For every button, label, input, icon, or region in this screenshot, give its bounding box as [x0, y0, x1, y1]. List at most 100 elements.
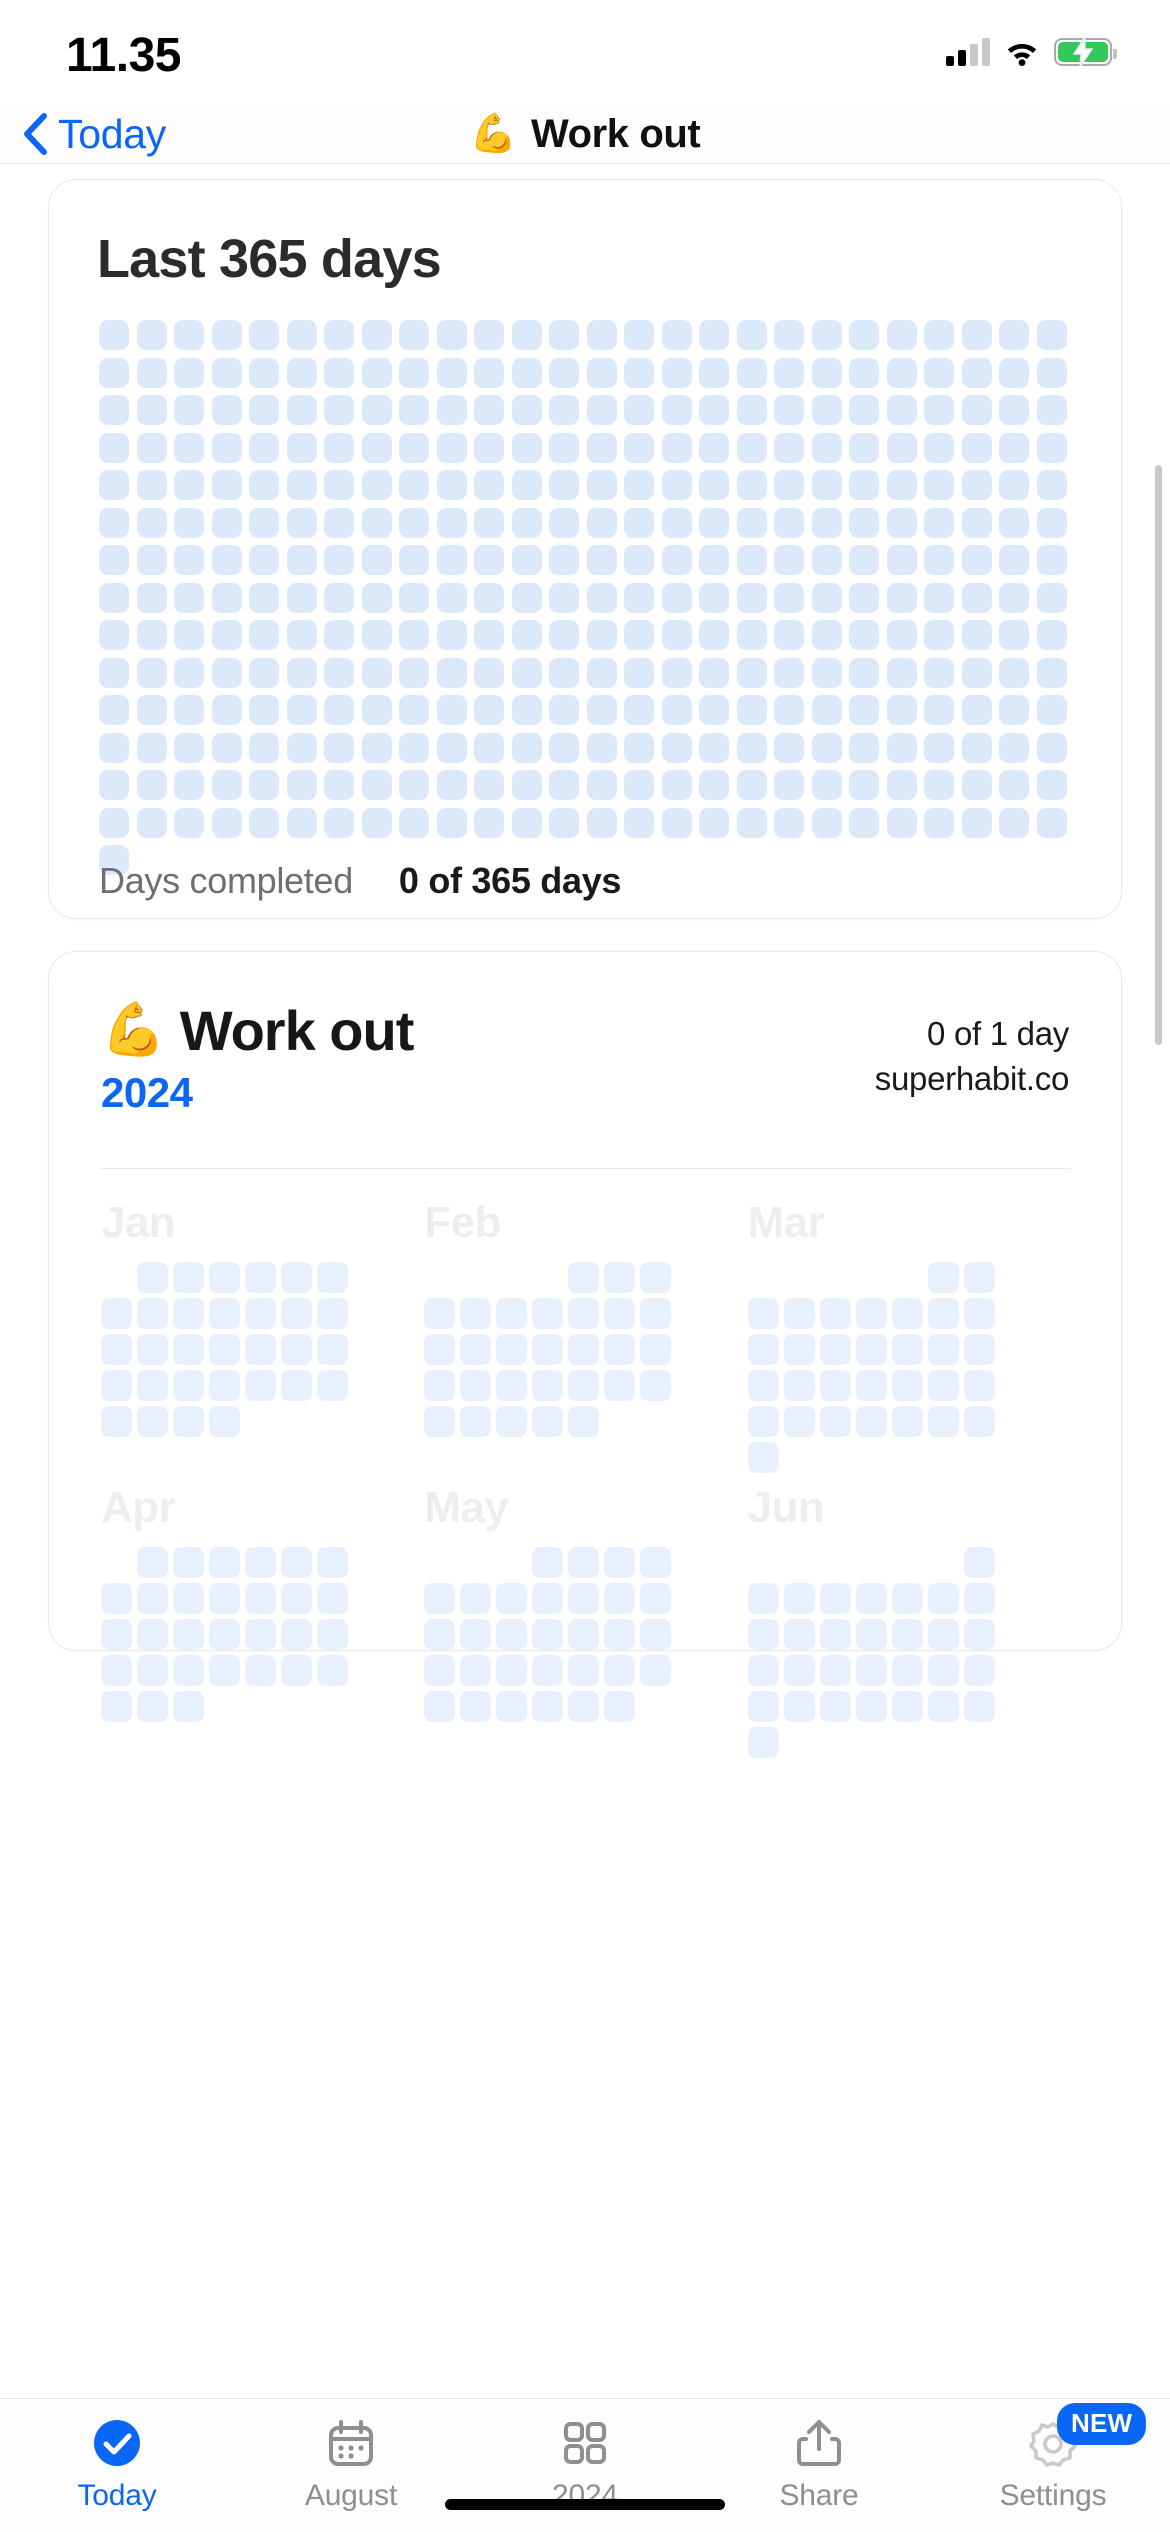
month-day-dot[interactable] [604, 1583, 636, 1614]
day-dot[interactable] [286, 620, 317, 650]
tab-august[interactable]: August [234, 2399, 468, 2532]
day-dot[interactable] [211, 807, 242, 838]
day-dot[interactable] [249, 432, 279, 463]
day-dot[interactable] [624, 432, 654, 463]
month-day-dot[interactable] [604, 1334, 636, 1365]
day-dot[interactable] [99, 357, 129, 388]
day-dot[interactable] [99, 320, 129, 350]
month-day-dot[interactable] [281, 1619, 312, 1650]
day-dot[interactable] [174, 770, 204, 800]
day-dot[interactable] [249, 470, 279, 500]
month-day-dot[interactable] [460, 1583, 492, 1614]
day-dot[interactable] [886, 507, 917, 538]
day-dot[interactable] [174, 620, 204, 650]
day-dot[interactable] [474, 507, 504, 538]
day-dot[interactable] [736, 657, 767, 688]
month-day-dot[interactable] [891, 1583, 923, 1614]
day-dot[interactable] [211, 432, 242, 463]
day-dot[interactable] [324, 732, 354, 763]
day-dot[interactable] [99, 620, 129, 650]
day-dot[interactable] [849, 507, 879, 538]
day-dot[interactable] [924, 732, 954, 763]
day-dot[interactable] [136, 395, 167, 425]
month-day-dot[interactable] [245, 1262, 276, 1293]
month-day-dot[interactable] [891, 1655, 923, 1686]
day-dot[interactable] [774, 320, 804, 350]
day-dot[interactable] [924, 770, 954, 800]
day-dot[interactable] [136, 470, 167, 500]
day-dot[interactable] [361, 770, 392, 800]
day-dot[interactable] [136, 620, 167, 650]
month-day-dot[interactable] [855, 1298, 887, 1329]
month-day-dot[interactable] [855, 1583, 887, 1614]
day-dot[interactable] [624, 807, 654, 838]
day-dot[interactable] [774, 695, 804, 725]
day-dot[interactable] [886, 732, 917, 763]
day-dot[interactable] [211, 657, 242, 688]
day-dot[interactable] [174, 807, 204, 838]
day-dot[interactable] [811, 357, 842, 388]
month-day-dot[interactable] [245, 1334, 276, 1365]
month-day-dot[interactable] [927, 1655, 959, 1686]
day-dot[interactable] [586, 582, 617, 613]
day-dot[interactable] [586, 432, 617, 463]
month-day-dot[interactable] [137, 1406, 168, 1437]
day-dot[interactable] [249, 320, 279, 350]
day-dot[interactable] [324, 432, 354, 463]
day-dot[interactable] [661, 582, 692, 613]
month-day-dot[interactable] [317, 1334, 348, 1365]
day-dot[interactable] [961, 545, 992, 575]
day-dot[interactable] [399, 432, 429, 463]
month-day-dot[interactable] [460, 1619, 492, 1650]
day-dot[interactable] [361, 357, 392, 388]
day-dot[interactable] [924, 695, 954, 725]
day-dot[interactable] [511, 695, 542, 725]
month-day-dot[interactable] [747, 1442, 779, 1473]
day-dot[interactable] [886, 432, 917, 463]
day-dot[interactable] [511, 470, 542, 500]
day-dot[interactable] [136, 507, 167, 538]
day-dot[interactable] [549, 732, 579, 763]
month-day-dot[interactable] [460, 1691, 492, 1722]
day-dot[interactable] [174, 545, 204, 575]
tab-settings[interactable]: NEW Settings [936, 2399, 1170, 2532]
day-dot[interactable] [999, 507, 1029, 538]
day-dot[interactable] [699, 320, 729, 350]
day-dot[interactable] [136, 357, 167, 388]
month-day-dot[interactable] [963, 1619, 995, 1650]
day-dot[interactable] [436, 807, 467, 838]
month-day-dot[interactable] [317, 1619, 348, 1650]
day-dot[interactable] [586, 320, 617, 350]
day-dot[interactable] [436, 357, 467, 388]
month-day-dot[interactable] [604, 1370, 636, 1401]
month-day-dot[interactable] [281, 1547, 312, 1578]
day-dot[interactable] [849, 807, 879, 838]
month-day-dot[interactable] [855, 1655, 887, 1686]
day-dot[interactable] [624, 395, 654, 425]
day-dot[interactable] [624, 507, 654, 538]
month-day-dot[interactable] [137, 1334, 168, 1365]
day-dot[interactable] [436, 320, 467, 350]
day-dot[interactable] [624, 695, 654, 725]
day-dot[interactable] [661, 770, 692, 800]
day-dot[interactable] [324, 395, 354, 425]
month-day-dot[interactable] [209, 1334, 240, 1365]
month-day-dot[interactable] [819, 1655, 851, 1686]
month-day-dot[interactable] [604, 1298, 636, 1329]
month-day-dot[interactable] [568, 1691, 600, 1722]
day-dot[interactable] [361, 470, 392, 500]
day-dot[interactable] [736, 695, 767, 725]
day-dot[interactable] [249, 582, 279, 613]
day-dot[interactable] [961, 395, 992, 425]
day-dot[interactable] [624, 620, 654, 650]
day-dot[interactable] [774, 657, 804, 688]
month-day-dot[interactable] [532, 1691, 564, 1722]
day-dot[interactable] [961, 507, 992, 538]
day-dot[interactable] [849, 732, 879, 763]
month-day-dot[interactable] [891, 1298, 923, 1329]
day-dot[interactable] [549, 770, 579, 800]
day-dot[interactable] [886, 582, 917, 613]
day-dot[interactable] [811, 470, 842, 500]
day-dot[interactable] [1036, 320, 1067, 350]
day-dot[interactable] [511, 807, 542, 838]
